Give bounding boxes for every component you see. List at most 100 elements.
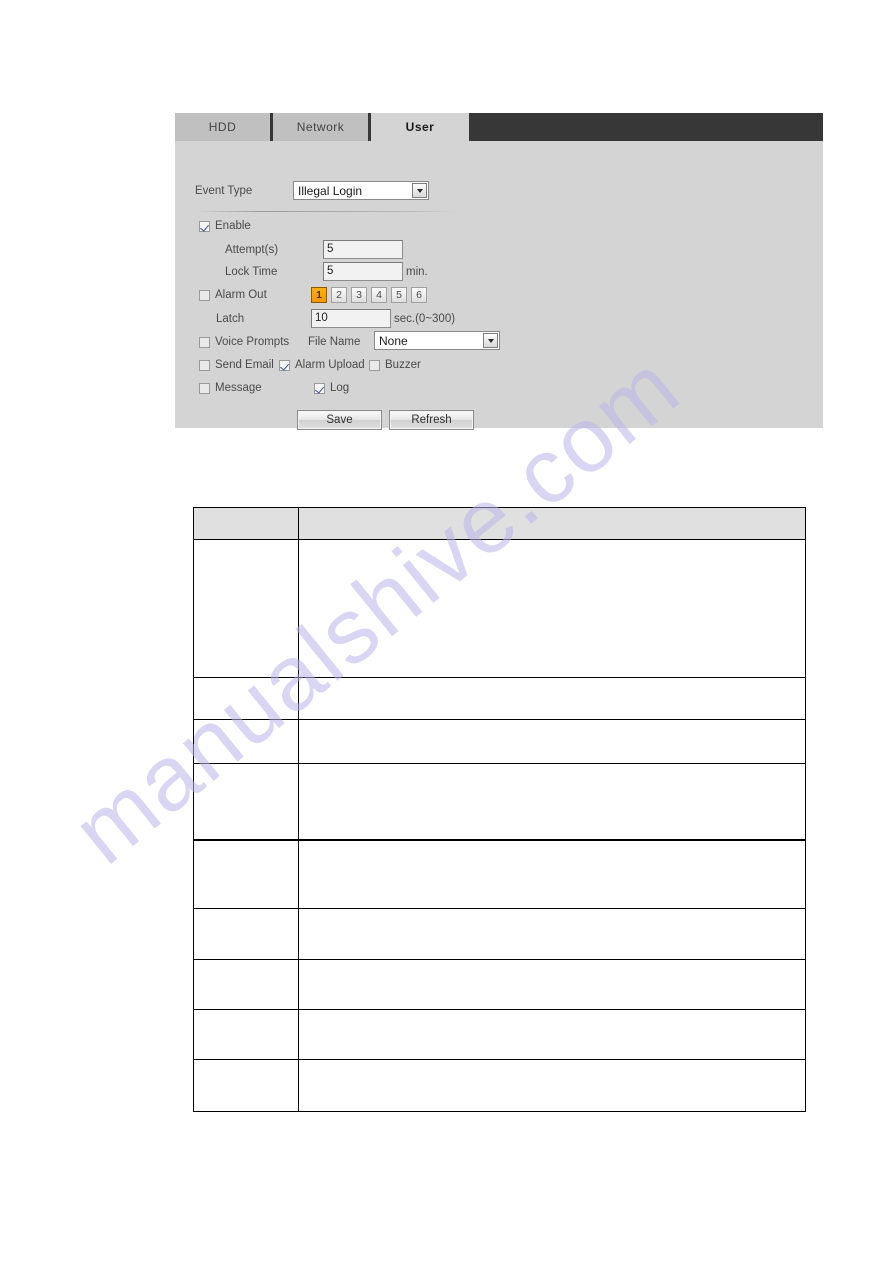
table-cell-parameter	[193, 838, 299, 909]
buzzer-checkbox[interactable]: Buzzer	[369, 359, 421, 371]
latch-value: 10	[315, 312, 328, 324]
table-cell-parameter	[193, 1009, 299, 1060]
alarm-out-checkbox[interactable]: Alarm Out	[199, 289, 267, 301]
latch-input-wrap: 10	[311, 309, 391, 328]
latch-unit: sec.(0~300)	[394, 313, 456, 325]
buzzer-row: Buzzer	[369, 359, 421, 374]
table-cell-description	[298, 539, 806, 678]
alarm-out-channel-5[interactable]: 5	[391, 287, 407, 303]
event-type-label: Event Type	[195, 185, 253, 197]
alarm-out-channels: 1 2 3 4 5 6	[311, 287, 427, 303]
tab-bar: HDD Network User	[175, 113, 823, 141]
enable-label: Enable	[215, 220, 251, 232]
alarm-upload-label: Alarm Upload	[295, 359, 365, 371]
chevron-down-icon[interactable]	[412, 183, 427, 198]
message-row: Message	[199, 382, 262, 397]
send-email-checkbox[interactable]: Send Email	[199, 359, 274, 371]
table-cell-description	[298, 1009, 806, 1060]
checkbox-box	[199, 289, 210, 301]
alarm-out-channel-1[interactable]: 1	[311, 287, 327, 303]
table-row	[193, 719, 806, 764]
checkbox-box	[199, 220, 210, 232]
table-cell-description	[298, 908, 806, 960]
attempts-input[interactable]: 5	[323, 240, 403, 259]
table-cell-parameter	[193, 539, 299, 678]
lock-time-input[interactable]: 5	[323, 262, 403, 281]
tab-user-label: User	[405, 120, 435, 134]
table-row	[193, 908, 806, 960]
alarm-out-channel-6[interactable]: 6	[411, 287, 427, 303]
lock-time-unit-wrap: min.	[406, 266, 428, 278]
lock-time-value: 5	[327, 265, 334, 277]
table-cell-description	[298, 959, 806, 1010]
file-name-select-wrap: None	[374, 331, 500, 350]
event-type-select-wrap: Illegal Login	[293, 181, 429, 200]
alarm-upload-checkbox[interactable]: Alarm Upload	[279, 359, 365, 371]
lock-time-unit: min.	[406, 266, 428, 278]
chevron-down-icon[interactable]	[483, 333, 498, 348]
latch-label: Latch	[216, 313, 245, 325]
enable-row: Enable	[199, 220, 251, 235]
alarm-upload-row: Alarm Upload	[279, 359, 365, 374]
table-row	[193, 539, 806, 678]
refresh-button-label: Refresh	[411, 414, 452, 426]
log-checkbox[interactable]: Log	[314, 382, 349, 394]
table-cell-parameter	[193, 959, 299, 1010]
table-header-parameter	[193, 507, 299, 540]
file-name-label: File Name	[308, 336, 361, 348]
event-type-value: Illegal Login	[298, 183, 363, 198]
checkbox-box	[199, 359, 210, 371]
event-type-select[interactable]: Illegal Login	[293, 181, 429, 200]
table-cell-description	[298, 677, 806, 720]
save-button-label: Save	[326, 414, 353, 426]
latch-label-wrap: Latch	[216, 313, 244, 325]
tab-network[interactable]: Network	[273, 113, 371, 141]
attempts-label-wrap: Attempt(s)	[225, 244, 278, 256]
refresh-button[interactable]: Refresh	[389, 410, 474, 430]
save-button[interactable]: Save	[297, 410, 382, 430]
tab-user[interactable]: User	[371, 113, 469, 141]
latch-unit-wrap: sec.(0~300)	[394, 313, 455, 325]
message-checkbox[interactable]: Message	[199, 382, 262, 394]
checkbox-box	[199, 382, 210, 394]
table-cell-description	[298, 719, 806, 764]
table-cell-parameter	[193, 908, 299, 960]
tab-network-label: Network	[296, 120, 345, 134]
table-cell-parameter	[193, 1059, 299, 1112]
table-cell-parameter	[193, 763, 299, 840]
lock-time-label: Lock Time	[225, 266, 278, 278]
table-cell-description	[298, 1059, 806, 1112]
table-row	[193, 677, 806, 720]
voice-prompts-row: Voice Prompts	[199, 336, 289, 351]
device-config-panel: HDD Network User Event Type Illegal Logi…	[175, 113, 823, 430]
table-cell-description	[298, 838, 806, 909]
alarm-out-row: Alarm Out	[199, 289, 267, 304]
alarm-out-label: Alarm Out	[215, 289, 267, 301]
voice-prompts-label: Voice Prompts	[215, 336, 290, 348]
buzzer-label: Buzzer	[385, 359, 421, 371]
enable-checkbox[interactable]: Enable	[199, 220, 251, 232]
event-type-label-wrap: Event Type	[195, 185, 252, 197]
file-name-label-wrap: File Name	[308, 336, 360, 348]
latch-input[interactable]: 10	[311, 309, 391, 328]
table-cell-parameter	[193, 677, 299, 720]
alarm-out-channel-3[interactable]: 3	[351, 287, 367, 303]
alarm-out-channel-4[interactable]: 4	[371, 287, 387, 303]
table-header-row	[193, 507, 806, 540]
checkbox-box	[369, 359, 380, 371]
tab-hdd[interactable]: HDD	[175, 113, 273, 141]
table-cell-parameter	[193, 719, 299, 764]
table-row	[193, 1009, 806, 1060]
parameter-description-table	[193, 507, 806, 1112]
alarm-out-channel-2[interactable]: 2	[331, 287, 347, 303]
attempts-value: 5	[327, 243, 334, 255]
file-name-select[interactable]: None	[374, 331, 500, 350]
table-cell-description	[298, 763, 806, 840]
table-header-function	[298, 507, 806, 540]
file-name-value: None	[379, 333, 408, 348]
checkbox-box	[314, 382, 325, 394]
user-event-form: Event Type Illegal Login Enable Attempt(…	[175, 141, 823, 430]
voice-prompts-checkbox[interactable]: Voice Prompts	[199, 336, 289, 348]
table-row	[193, 838, 806, 909]
log-row: Log	[314, 382, 349, 397]
